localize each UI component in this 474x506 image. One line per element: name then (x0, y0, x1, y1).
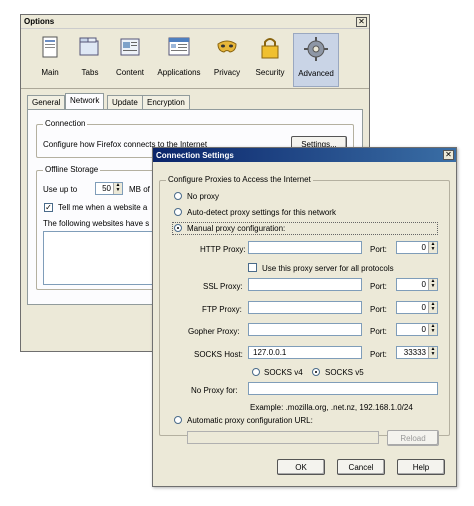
auto-detect-radio[interactable] (174, 208, 182, 216)
tell-me-label: Tell me when a website a (58, 203, 148, 212)
socks-host-input[interactable]: 127.0.0.1 (248, 346, 362, 359)
connection-settings-titlebar: Connection Settings ✕ (153, 148, 456, 162)
privacy-mask-icon (214, 35, 240, 61)
gopher-proxy-input[interactable] (248, 323, 362, 336)
options-title: Options (24, 17, 55, 26)
toolbar-tabs[interactable]: Tabs (69, 33, 111, 87)
main-window-icon (37, 35, 63, 61)
cancel-button[interactable]: Cancel (337, 459, 385, 475)
toolbar-label: Advanced (298, 69, 334, 78)
websites-label: The following websites have s (43, 219, 150, 228)
content-icon (117, 35, 143, 61)
socks-v4-radio[interactable] (252, 368, 260, 376)
connection-settings-title: Connection Settings (156, 150, 234, 160)
http-proxy-label: HTTP Proxy: (200, 245, 246, 254)
toolbar-label: Content (115, 68, 145, 77)
configure-proxies-legend: Configure Proxies to Access the Internet (166, 175, 313, 184)
toolbar-security[interactable]: Security (249, 33, 291, 87)
ftp-proxy-label: FTP Proxy: (202, 305, 242, 314)
manual-proxy-radio[interactable] (174, 224, 182, 232)
tab-network[interactable]: Network (65, 93, 105, 110)
stepper-arrows-icon[interactable]: ▲ ▼ (428, 302, 437, 313)
ssl-port-stepper[interactable]: 0 ▲ ▼ (396, 278, 438, 291)
gear-icon (303, 36, 329, 62)
stepper-arrows-icon[interactable]: ▲ ▼ (428, 279, 437, 290)
no-proxy-label[interactable]: No proxy (187, 192, 219, 201)
tabs-icon (77, 35, 103, 61)
websites-list[interactable] (43, 231, 163, 285)
toolbar-content[interactable]: Content (109, 33, 151, 87)
gopher-port-stepper[interactable]: 0 ▲ ▼ (396, 323, 438, 336)
ssl-port-label: Port: (370, 282, 387, 291)
close-icon[interactable]: ✕ (356, 16, 367, 27)
use-same-proxy-label[interactable]: Use this proxy server for all protocols (262, 264, 394, 273)
tab-update[interactable]: Update (107, 95, 143, 110)
no-proxy-for-label: No Proxy for: (191, 386, 238, 395)
auto-config-label[interactable]: Automatic proxy configuration URL: (187, 416, 313, 425)
socks-port-label: Port: (370, 350, 387, 359)
ok-button[interactable]: OK (277, 459, 325, 475)
applications-icon (166, 35, 192, 61)
auto-config-url-input (187, 431, 379, 444)
stepper-arrows-icon[interactable]: ▲ ▼ (113, 183, 122, 194)
auto-config-radio[interactable] (174, 416, 182, 424)
socks-host-label: SOCKS Host: (194, 350, 243, 359)
toolbar-applications[interactable]: Applications (155, 33, 203, 87)
options-titlebar: Options ✕ (21, 15, 369, 29)
use-same-proxy-checkbox[interactable] (248, 263, 257, 272)
toolbar-label: Privacy (213, 68, 241, 77)
ftp-port-stepper[interactable]: 0 ▲ ▼ (396, 301, 438, 314)
toolbar-advanced[interactable]: Advanced (293, 33, 339, 87)
toolbar-label: Main (41, 68, 59, 77)
toolbar-divider (21, 88, 369, 89)
no-proxy-example: Example: .mozilla.org, .net.nz, 192.168.… (250, 403, 413, 412)
gopher-proxy-label: Gopher Proxy: (188, 327, 240, 336)
socks-port-stepper[interactable]: 33333 ▲ ▼ (396, 346, 438, 359)
mb-label: MB of (129, 185, 150, 194)
help-button[interactable]: Help (397, 459, 445, 475)
http-proxy-input[interactable] (248, 241, 362, 254)
socks-v5-label[interactable]: SOCKS v5 (325, 368, 364, 377)
toolbar-privacy[interactable]: Privacy (206, 33, 248, 87)
http-port-label: Port: (370, 245, 387, 254)
gopher-port-label: Port: (370, 327, 387, 336)
ssl-proxy-input[interactable] (248, 278, 362, 291)
stepper-arrows-icon[interactable]: ▲ ▼ (428, 242, 437, 253)
socks-v5-radio[interactable] (312, 368, 320, 376)
no-proxy-radio[interactable] (174, 192, 182, 200)
tell-me-checkbox[interactable]: ✓ (44, 203, 53, 212)
tab-general[interactable]: General (27, 95, 66, 110)
use-up-to-label: Use up to (43, 185, 78, 194)
connection-legend: Connection (43, 119, 88, 128)
manual-proxy-label[interactable]: Manual proxy configuration: (187, 224, 285, 233)
cache-size-stepper[interactable]: 50 ▲ ▼ (95, 182, 123, 195)
close-icon[interactable]: ✕ (443, 150, 454, 160)
reload-button: Reload (387, 430, 439, 446)
stepper-arrows-icon[interactable]: ▲ ▼ (428, 324, 437, 335)
ssl-proxy-label: SSL Proxy: (203, 282, 243, 291)
toolbar-label: Tabs (81, 68, 99, 77)
no-proxy-for-input[interactable] (248, 382, 438, 395)
connection-settings-dialog: Connection Settings ✕ Configure Proxies … (152, 147, 457, 487)
offline-storage-legend: Offline Storage (43, 165, 101, 174)
tab-encryption[interactable]: Encryption (142, 95, 190, 110)
http-port-stepper[interactable]: 0 ▲ ▼ (396, 241, 438, 254)
toolbar-label: Applications (157, 68, 201, 77)
ftp-proxy-input[interactable] (248, 301, 362, 314)
toolbar-label: Security (255, 68, 285, 77)
padlock-icon (257, 35, 283, 61)
socks-v4-label[interactable]: SOCKS v4 (264, 368, 303, 377)
auto-detect-label[interactable]: Auto-detect proxy settings for this netw… (187, 208, 336, 217)
stepper-arrows-icon[interactable]: ▲ ▼ (428, 347, 437, 358)
ftp-port-label: Port: (370, 305, 387, 314)
toolbar-main[interactable]: Main (29, 33, 71, 87)
